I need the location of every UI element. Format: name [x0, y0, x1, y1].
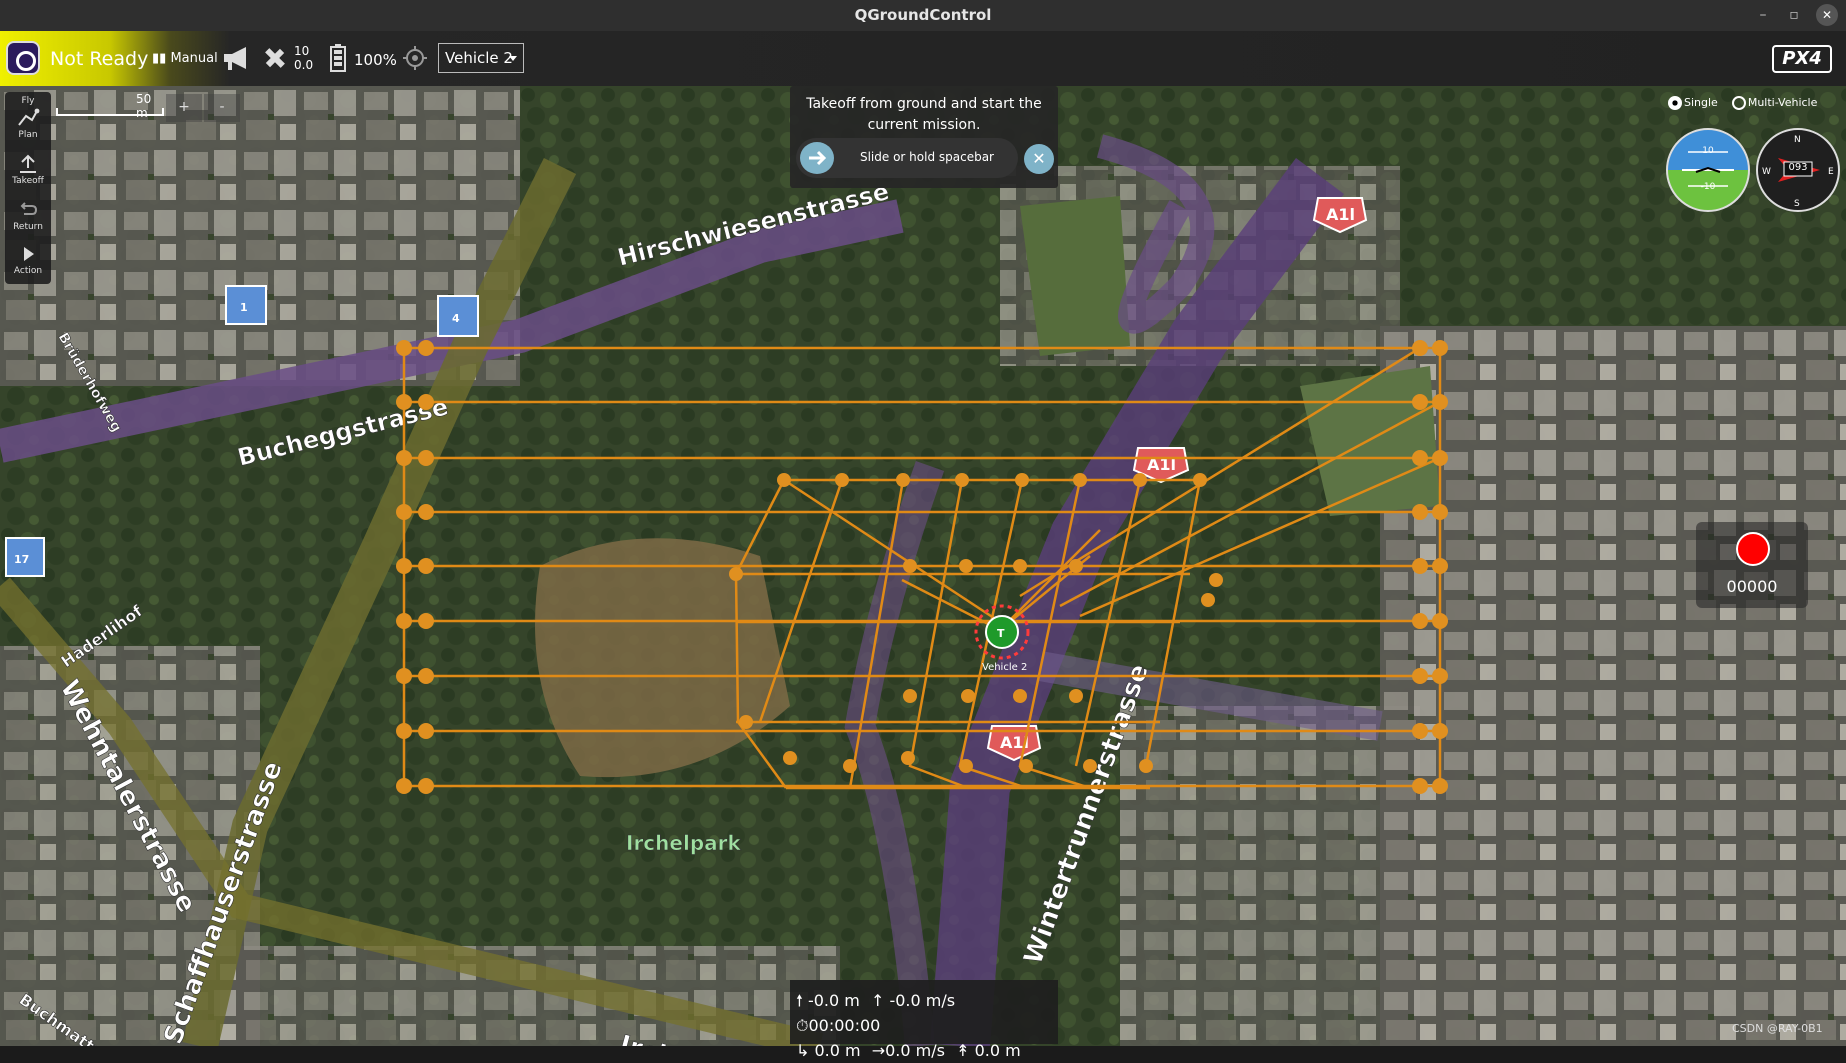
takeoff-marker-label: T [997, 627, 1005, 640]
ground-speed-value: 0.0 m/s [885, 1041, 945, 1060]
vehicle-selector[interactable]: Vehicle 2 [438, 43, 524, 73]
gps-hdop: 0.0 [294, 58, 314, 72]
vehicle-selector-label: Vehicle 2 [445, 49, 513, 67]
plan-tool[interactable]: Plan [5, 108, 51, 140]
zoom-out-button[interactable]: - [204, 94, 240, 122]
svg-text:E: E [1828, 167, 1834, 177]
takeoff-tool[interactable]: Takeoff [5, 154, 51, 186]
zoom-in-button[interactable]: + [166, 94, 202, 122]
megaphone-icon[interactable] [220, 44, 252, 72]
battery-percent: 100% [354, 51, 397, 69]
svg-text:S: S [1794, 199, 1800, 209]
map-scale-bar [56, 108, 164, 116]
slider-label: Slide or hold spacebar [859, 150, 994, 164]
chevron-down-icon [509, 56, 517, 61]
flight-mode-label: Manual [170, 51, 218, 66]
play-icon [24, 247, 34, 261]
takeoff-icon [20, 154, 36, 173]
single-vehicle-label: Single [1684, 96, 1718, 109]
attitude-markings [1682, 151, 1734, 187]
flight-time-value: 00:00:00 [808, 1016, 881, 1035]
altitude-readout: 🠕 -0.0 m [796, 991, 860, 1010]
map-marker-label: 1 [240, 301, 248, 314]
action-tool-label: Action [13, 266, 43, 276]
main-toolbar: Not Ready ▮▮ Manual 10 0.0 100% Vehicle … [0, 31, 1846, 86]
park-label: Irchelpark [626, 831, 741, 855]
radio-icon [1731, 96, 1746, 110]
record-time: 00000 [1726, 577, 1778, 596]
takeoff-tool-label: Takeoff [12, 176, 44, 186]
confirm-slider[interactable]: Slide or hold spacebar [796, 138, 1018, 178]
px4-logo: PX4 [1772, 45, 1832, 73]
rtk-gps-icon[interactable] [402, 45, 428, 71]
vertical-speed-value: -0.0 m/s [889, 991, 956, 1010]
plan-tool-label: Plan [18, 130, 38, 140]
map-marker[interactable]: 4 [437, 295, 479, 337]
satellite-map[interactable]: Bucheggstrasse Hirschwiesenstrasse Brüde… [0, 86, 1846, 1046]
map-view[interactable]: Bucheggstrasse Hirschwiesenstrasse Brüde… [0, 86, 1846, 1046]
close-icon: ✕ [1032, 149, 1046, 168]
watermark: CSDN @RAY-0B1 [1732, 1022, 1823, 1035]
guided-action-panel: Takeoff from ground and start the curren… [790, 86, 1058, 188]
svg-text:W: W [1762, 167, 1771, 177]
multi-vehicle-radio[interactable]: Multi-Vehicle [1731, 96, 1818, 110]
return-tool-label: Return [13, 222, 43, 232]
maximize-button[interactable]: ▫ [1783, 4, 1805, 26]
map-marker[interactable]: 1 [225, 285, 267, 325]
vehicle-view-toggle: Single Multi-Vehicle [1668, 96, 1817, 116]
battery-icon[interactable] [330, 44, 346, 72]
video-record-panel: 00000 [1696, 522, 1808, 608]
window-titlebar: QGroundControl – ▫ ✕ [0, 0, 1846, 31]
distance-home-readout: ↳ 0.0 m [796, 1041, 861, 1060]
cancel-guided-button[interactable]: ✕ [1024, 144, 1054, 174]
map-scale: 50 m [56, 92, 166, 122]
close-button[interactable]: ✕ [1816, 4, 1838, 26]
multi-vehicle-label: Multi-Vehicle [1747, 96, 1818, 109]
altitude-value: -0.0 m [807, 991, 860, 1010]
distance-home-value: 0.0 m [814, 1041, 861, 1060]
map-marker[interactable]: 17 [5, 537, 45, 577]
map-marker-label: 17 [14, 553, 29, 566]
slider-knob[interactable] [800, 142, 834, 174]
telemetry-panel: 🠕 -0.0 m ↑ -0.0 m/s ⏱00:00:00 ↳ 0.0 m →0… [790, 980, 1058, 1060]
plan-icon [18, 108, 40, 126]
compass: N W E S 093 [1756, 128, 1840, 212]
flight-time-readout: ⏱00:00:00 [796, 1016, 881, 1035]
gps-readout: 10 0.0 [294, 44, 313, 72]
guided-action-message: Takeoff from ground and start the curren… [806, 96, 1042, 133]
ground-speed-readout: →0.0 m/s [871, 1041, 945, 1060]
fly-toolstrip: Fly Plan Takeoff Return Action [5, 92, 51, 284]
alt-amsl-value: 0.0 m [974, 1041, 1021, 1060]
satellite-count: 10 [294, 44, 310, 58]
satellite-icon[interactable] [262, 44, 288, 72]
radio-icon [1668, 96, 1682, 110]
pitch-label-top: 10 [1702, 146, 1714, 156]
heading-readout: 093 [1788, 162, 1808, 173]
return-icon [20, 202, 38, 215]
svg-text:N: N [1794, 135, 1801, 145]
vertical-speed-readout: ↑ -0.0 m/s [870, 991, 956, 1010]
pitch-label-bottom: -10 [1700, 182, 1716, 192]
return-tool[interactable]: Return [5, 200, 51, 232]
map-marker-label: 4 [452, 312, 460, 325]
flight-mode-selector[interactable]: ▮▮ Manual [152, 51, 218, 66]
alt-amsl-readout: ↟ 0.0 m [956, 1041, 1021, 1060]
action-tool[interactable]: Action [5, 244, 51, 276]
qgc-logo-icon[interactable] [6, 41, 40, 75]
vehicle-status[interactable]: Not Ready [50, 48, 148, 70]
vehicle-marker-label: Vehicle 2 [982, 662, 1027, 673]
single-vehicle-radio[interactable]: Single [1668, 96, 1718, 110]
arrow-right-icon [809, 150, 827, 166]
attitude-indicator: 10 -10 [1666, 128, 1750, 212]
fly-tool-label: Fly [21, 96, 35, 106]
minimize-button[interactable]: – [1752, 4, 1774, 26]
highway-shield-label: A1l [1326, 205, 1355, 224]
record-button[interactable] [1736, 532, 1770, 566]
window-title: QGroundControl [854, 6, 992, 24]
